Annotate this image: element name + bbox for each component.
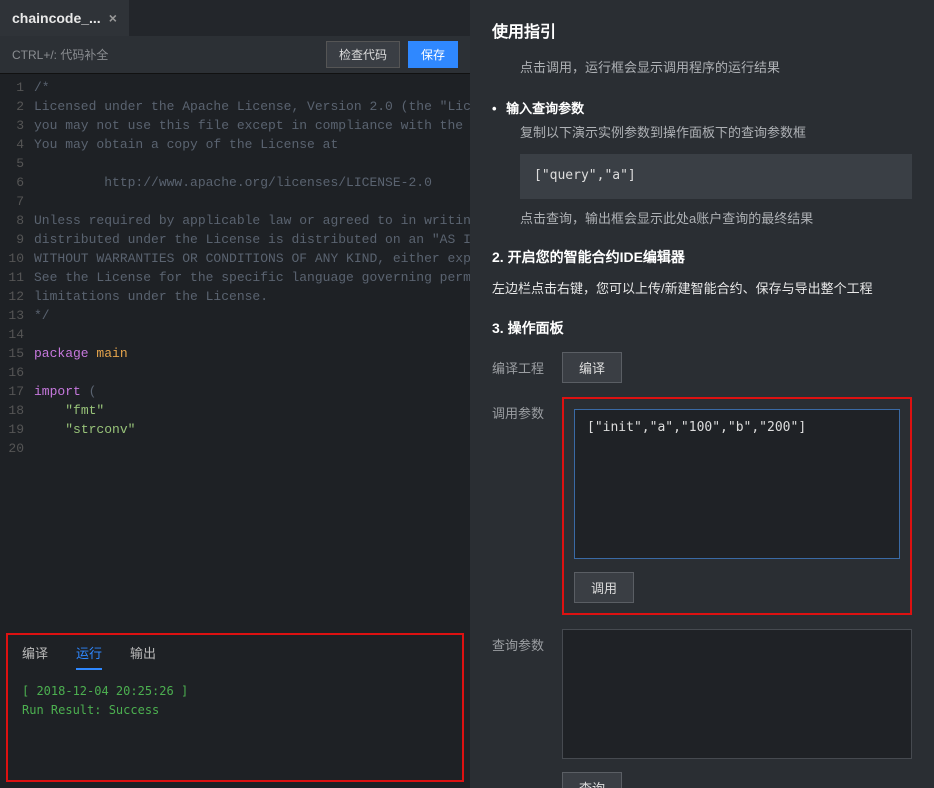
invoke-input[interactable] [574, 409, 900, 559]
invoke-row: 调用参数 调用 [492, 397, 912, 615]
console-panel: 编译 运行 输出 [ 2018-12-04 20:25:26 ] Run Res… [6, 633, 464, 782]
shortcut-hint: CTRL+/: 代码补全 [12, 46, 318, 63]
console-result: Run Result: Success [22, 701, 448, 720]
line-gutter: 1234567891011121314151617181920 [0, 74, 30, 627]
tab-bar: chaincode_... × [0, 0, 470, 36]
code-area[interactable]: /*Licensed under the Apache License, Ver… [30, 74, 470, 627]
query-row: 查询参数 查询 [492, 629, 912, 788]
code-editor[interactable]: 1234567891011121314151617181920 /*Licens… [0, 74, 470, 627]
console-output: [ 2018-12-04 20:25:26 ] Run Result: Succ… [8, 670, 462, 780]
editor-toolbar: CTRL+/: 代码补全 检查代码 保存 [0, 36, 470, 74]
console-tabs: 编译 运行 输出 [8, 635, 462, 670]
invoke-label: 调用参数 [492, 397, 548, 422]
query-input[interactable] [562, 629, 912, 759]
query-sample-code: ["query","a"] [520, 154, 912, 199]
close-icon[interactable]: × [109, 10, 117, 26]
query-label: 查询参数 [492, 629, 548, 654]
compile-row: 编译工程 编译 [492, 352, 912, 383]
file-tab[interactable]: chaincode_... × [0, 0, 129, 36]
guide-title: 使用指引 [492, 18, 912, 42]
editor-pane: chaincode_... × CTRL+/: 代码补全 检查代码 保存 123… [0, 0, 470, 788]
input-params-title: 输入查询参数 [492, 97, 912, 122]
console-tab-compile[interactable]: 编译 [22, 643, 48, 670]
compile-label: 编译工程 [492, 352, 548, 377]
console-timestamp: [ 2018-12-04 20:25:26 ] [22, 682, 448, 701]
tab-title: chaincode_... [12, 10, 101, 26]
section3-title: 3. 操作面板 [492, 318, 912, 338]
console-tab-output[interactable]: 输出 [130, 643, 156, 670]
check-code-button[interactable]: 检查代码 [326, 41, 400, 68]
query-button[interactable]: 查询 [562, 772, 622, 788]
guide-desc0: 点击调用，运行框会显示调用程序的运行结果 [492, 56, 912, 81]
input-params-desc2: 点击查询，输出框会显示此处a账户查询的最终结果 [492, 207, 912, 232]
section2-title: 2. 开启您的智能合约IDE编辑器 [492, 247, 912, 267]
save-button[interactable]: 保存 [408, 41, 458, 68]
compile-button[interactable]: 编译 [562, 352, 622, 383]
guide-pane: 使用指引 点击调用，运行框会显示调用程序的运行结果 输入查询参数 复制以下演示实… [470, 0, 934, 788]
console-tab-run[interactable]: 运行 [76, 643, 102, 670]
section2-desc: 左边栏点击右键，您可以上传/新建智能合约、保存与导出整个工程 [492, 277, 912, 302]
input-params-desc: 复制以下演示实例参数到操作面板下的查询参数框 [492, 121, 912, 146]
invoke-button[interactable]: 调用 [574, 572, 634, 603]
